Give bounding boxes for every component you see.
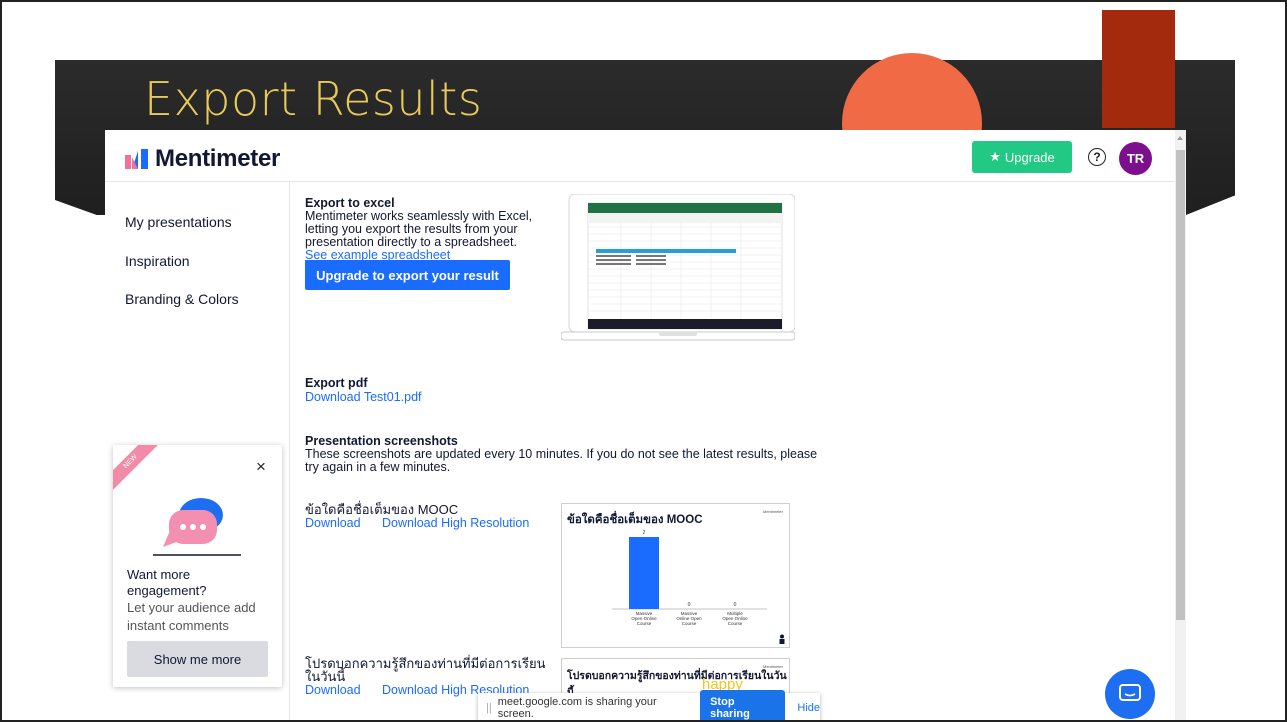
show-me-more-button[interactable]: Show me more [127,641,268,677]
popup-headline-1: Want more [127,567,191,582]
engagement-popup: NEW × Want more engagement? Let your aud… [113,445,282,687]
person-icon [779,634,785,644]
chart-value-label: 0 [734,602,737,608]
mentimeter-window: Mentimeter ★ Upgrade ? TR My presentatio… [105,130,1186,722]
new-badge: NEW [113,445,165,496]
slide-1-download-hr-link[interactable]: Download High Resolution [382,517,529,530]
screen-share-bar: || meet.google.com is sharing your scree… [478,690,820,722]
scrollbar-thumb[interactable] [1176,150,1185,620]
scroll-up-arrow-icon[interactable] [1177,136,1183,140]
star-icon: ★ [989,149,1001,164]
slide-title: Export Results [144,72,483,126]
close-icon[interactable]: × [256,457,266,477]
intercom-chat-button[interactable] [1105,669,1155,719]
chart-bar [629,537,659,609]
sidebar-item-my-presentations[interactable]: My presentations [125,214,232,230]
app-header: Mentimeter ★ Upgrade ? TR [105,130,1175,182]
slide-2-name-line-2: ในวันนี้ [305,669,346,684]
hide-button[interactable]: Hide [797,702,820,714]
upgrade-label: Upgrade [1004,149,1055,165]
sidebar-item-branding[interactable]: Branding & Colors [125,291,239,307]
chart-category-label: Course [728,621,743,626]
popup-body-1: Let your audience add [127,600,256,615]
decorative-rectangle [1102,10,1175,128]
popup-body-2: instant comments [127,618,229,633]
export-pdf-title: Export pdf [305,376,368,390]
chart-category-label: Course [682,621,697,626]
slide-1-name: ข้อใดคือชื่อเต็มของ MOOC [305,502,459,517]
upgrade-button[interactable]: ★ Upgrade [972,141,1072,173]
help-icon[interactable]: ? [1088,148,1106,166]
stop-sharing-button[interactable]: Stop sharing [700,690,786,722]
slide-2-thumb-brand: Mentimeter [762,664,783,669]
chart-value-label: 2 [643,530,646,536]
vertical-scrollbar[interactable] [1175,130,1186,722]
chart-category-label: Course [637,621,652,626]
chart-value-label: 0 [688,602,691,608]
chat-bubble-icon [153,498,241,556]
share-message: meet.google.com is sharing your screen. [497,696,657,720]
logo-text: Mentimeter [155,145,281,172]
slide-1-thumbnail[interactable]: ข้อใดคือชื่อเต็มของ MOOC Mentimeter 2 Mas… [561,503,790,648]
download-pdf-link[interactable]: Download Test01.pdf [305,391,422,404]
mentimeter-logo[interactable]: Mentimeter [125,145,280,173]
slide-1-download-link[interactable]: Download [305,517,361,530]
chat-icon [1119,684,1141,701]
mentimeter-logo-icon [125,149,148,169]
avatar[interactable]: TR [1119,142,1152,175]
upgrade-export-button[interactable]: Upgrade to export your result [305,260,510,290]
slide-1-bar-chart: 2MassiveOpen OnlineCourse0MassiveOnline … [612,530,767,626]
slide-2-download-link[interactable]: Download [305,684,361,697]
sidebar-item-inspiration[interactable]: Inspiration [125,253,190,269]
drag-handle-icon[interactable]: || [486,702,492,714]
popup-headline-2: engagement? [127,583,207,598]
screenshots-desc-2: try again in a few minutes. [305,460,451,474]
laptop-spreadsheet-illustration [561,194,795,341]
